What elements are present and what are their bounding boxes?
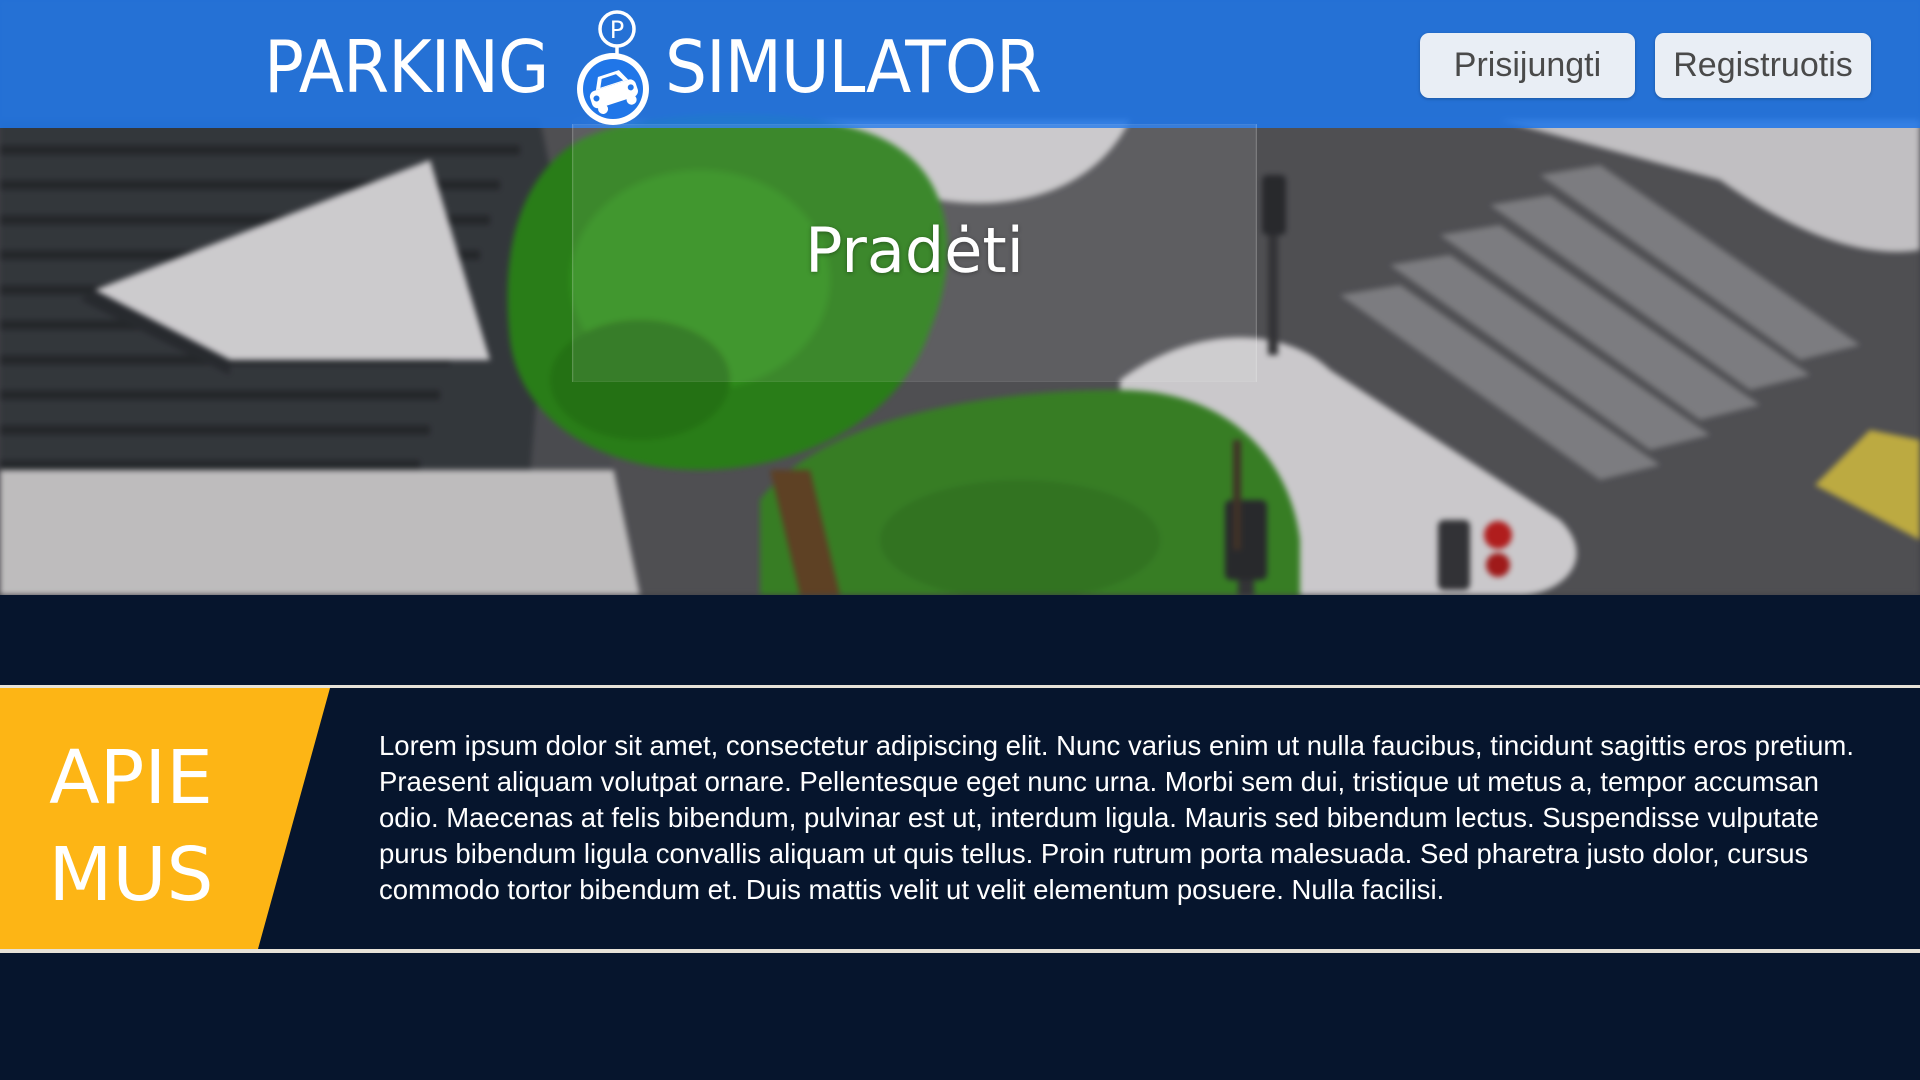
register-button[interactable]: Registruotis bbox=[1655, 33, 1871, 98]
about-title-line-1: APIE bbox=[49, 735, 213, 821]
parking-simulator-logo[interactable]: PARKING P SIMULATOR bbox=[264, 6, 1074, 128]
logo-word-parking: PARKING bbox=[264, 25, 549, 109]
login-button[interactable]: Prisijungti bbox=[1420, 33, 1635, 98]
about-title: APIE MUS bbox=[0, 730, 262, 924]
about-divider-bottom bbox=[0, 949, 1920, 953]
about-body-text: Lorem ipsum dolor sit amet, consectetur … bbox=[379, 730, 1854, 905]
about-title-line-2: MUS bbox=[48, 832, 214, 918]
logo-word-simulator: SIMULATOR bbox=[665, 25, 1042, 109]
logo-badge-letter: P bbox=[610, 16, 624, 44]
car-parking-pin-icon: P bbox=[565, 7, 661, 127]
start-button[interactable]: Pradėti bbox=[573, 214, 1256, 287]
start-panel[interactable]: Pradėti bbox=[572, 124, 1257, 382]
top-navigation-bar: PARKING P SIMULATOR Prisijungti Registru… bbox=[0, 0, 1920, 128]
